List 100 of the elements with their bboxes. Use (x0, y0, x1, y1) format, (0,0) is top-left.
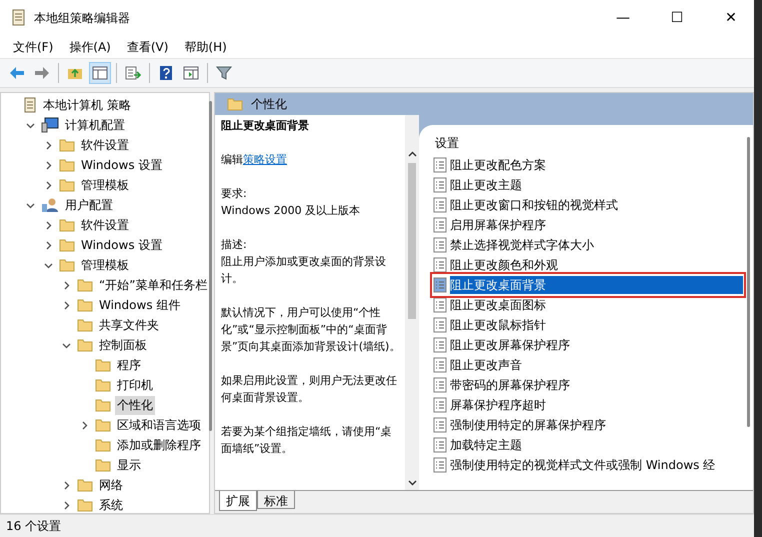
menu-item[interactable]: 帮助(H) (177, 36, 234, 58)
tree-item[interactable]: 程序 (115, 356, 143, 374)
policy-setting-icon (433, 197, 447, 213)
forward-arrow-icon (34, 66, 50, 80)
description-label: 描述: (221, 237, 248, 253)
requirements-label: 要求: (221, 186, 248, 202)
policy-setting-icon (433, 337, 447, 353)
policy-setting-icon (433, 377, 447, 393)
setting-item[interactable]: 禁止选择视觉样式字体大小 (450, 236, 743, 254)
setting-item[interactable]: 带密码的屏幕保护程序 (450, 376, 743, 394)
tree-item[interactable]: 控制面板 (97, 336, 149, 354)
description-paragraph: 阻止用户添加或更改桌面的背景设计。 (221, 254, 387, 287)
window-control-button[interactable]: ☐ (654, 0, 700, 36)
tree-item[interactable]: “开始”菜单和任务栏 (97, 276, 210, 294)
folder-icon (77, 298, 93, 312)
help-icon (159, 65, 173, 81)
chevron-right-icon[interactable] (80, 420, 88, 430)
setting-item[interactable]: 屏幕保护程序超时 (450, 396, 743, 414)
view-tab[interactable]: 标准 (257, 491, 295, 509)
folder-icon (95, 438, 111, 452)
chevron-right-icon[interactable] (62, 480, 70, 490)
setting-item[interactable]: 强制使用特定的屏幕保护程序 (450, 416, 743, 434)
status-text: 16 个设置 (6, 518, 62, 534)
folder-icon (77, 278, 93, 292)
tree-item[interactable]: 软件设置 (79, 216, 131, 234)
tree-item[interactable]: Windows 设置 (79, 156, 164, 174)
setting-item[interactable]: 强制使用特定的视觉样式文件或强制 Windows 经 (450, 456, 743, 474)
tree-item[interactable]: 添加或删除程序 (115, 436, 203, 454)
setting-item[interactable]: 启用屏幕保护程序 (450, 216, 743, 234)
window-title: 本地组策略编辑器 (34, 10, 131, 26)
folder-icon (59, 238, 75, 252)
folder-icon (95, 378, 111, 392)
toolbar-button[interactable] (89, 62, 111, 84)
view-tab[interactable]: 扩展 (219, 491, 257, 511)
folder-icon (59, 178, 75, 192)
user-icon (41, 197, 59, 213)
folder-icon (95, 458, 111, 472)
setting-item[interactable]: 阻止更改桌面背景 (450, 276, 743, 294)
tree-item[interactable]: Windows 设置 (79, 236, 164, 254)
chevron-right-icon[interactable] (44, 140, 52, 150)
tree-item[interactable]: 区域和语言选项 (115, 416, 203, 434)
policy-setting-icon (433, 417, 447, 433)
back-arrow-icon (9, 66, 25, 80)
tree-item[interactable]: 网络 (97, 476, 125, 494)
policy-setting-icon (433, 397, 447, 413)
chevron-down-icon[interactable] (44, 260, 52, 270)
setting-item[interactable]: 阻止更改颜色和外观 (450, 256, 743, 274)
policy-title: 阻止更改桌面背景 (221, 118, 310, 134)
tree-item[interactable]: Windows 组件 (97, 296, 182, 314)
chevron-right-icon[interactable] (44, 240, 52, 250)
tree-item[interactable]: 软件设置 (79, 136, 131, 154)
chevron-right-icon[interactable] (62, 280, 70, 290)
policy-settings-link[interactable]: 策略设置 (243, 153, 287, 166)
chevron-down-icon[interactable] (62, 340, 70, 350)
menu-item[interactable]: 文件(F) (6, 36, 60, 58)
chevron-down-icon[interactable] (26, 120, 34, 130)
scroll-up-icon[interactable] (408, 151, 416, 157)
tree-item[interactable]: 管理模板 (79, 176, 131, 194)
setting-item[interactable]: 阻止更改主题 (450, 176, 743, 194)
scrollbar-thumb[interactable] (746, 137, 750, 427)
folder-icon (95, 398, 111, 412)
header-title: 个性化 (251, 96, 287, 112)
folder-up-icon (67, 66, 83, 80)
tree-item[interactable]: 计算机配置 (63, 116, 127, 134)
tree-item[interactable]: 系统 (97, 496, 125, 514)
window-control-button[interactable]: — (600, 0, 646, 36)
tree-item[interactable]: 共享文件夹 (97, 316, 161, 334)
chevron-down-icon[interactable] (26, 200, 34, 210)
policy-setting-icon (433, 237, 447, 253)
chevron-right-icon[interactable] (62, 500, 70, 510)
scroll-down-icon[interactable] (408, 480, 416, 486)
menu-item[interactable]: 操作(A) (62, 36, 118, 58)
chevron-right-icon[interactable] (44, 180, 52, 190)
computer-icon (41, 117, 59, 133)
setting-item[interactable]: 阻止更改配色方案 (450, 156, 743, 174)
scrollbar-thumb[interactable] (408, 163, 416, 318)
policy-setting-icon (433, 257, 447, 273)
tree-item[interactable]: 管理模板 (79, 256, 131, 274)
scrollbar-thumb[interactable] (209, 101, 212, 431)
setting-item[interactable]: 加载特定主题 (450, 436, 743, 454)
setting-item[interactable]: 阻止更改声音 (450, 356, 743, 374)
setting-item[interactable]: 阻止更改鼠标指针 (450, 316, 743, 334)
column-header[interactable]: 设置 (433, 131, 743, 155)
chevron-right-icon[interactable] (44, 160, 52, 170)
chevron-right-icon[interactable] (44, 220, 52, 230)
window-control-button[interactable]: ✕ (708, 0, 754, 36)
chevron-right-icon[interactable] (62, 300, 70, 310)
setting-item[interactable]: 阻止更改桌面图标 (450, 296, 743, 314)
policy-setting-icon (433, 457, 447, 473)
menu-item[interactable]: 查看(V) (120, 36, 176, 58)
export-list-icon (125, 66, 141, 80)
setting-item[interactable]: 阻止更改窗口和按钮的视觉样式 (450, 196, 743, 214)
tree-item[interactable]: 个性化 (115, 396, 155, 414)
folder-icon (77, 478, 93, 492)
tree-item[interactable]: 用户配置 (63, 196, 115, 214)
tree-item[interactable]: 本地计算机 策略 (41, 96, 133, 114)
tree-item[interactable]: 打印机 (115, 376, 155, 394)
tree-item[interactable]: 显示 (115, 456, 143, 474)
setting-item[interactable]: 阻止更改屏幕保护程序 (450, 336, 743, 354)
policy-setting-icon (433, 297, 447, 313)
